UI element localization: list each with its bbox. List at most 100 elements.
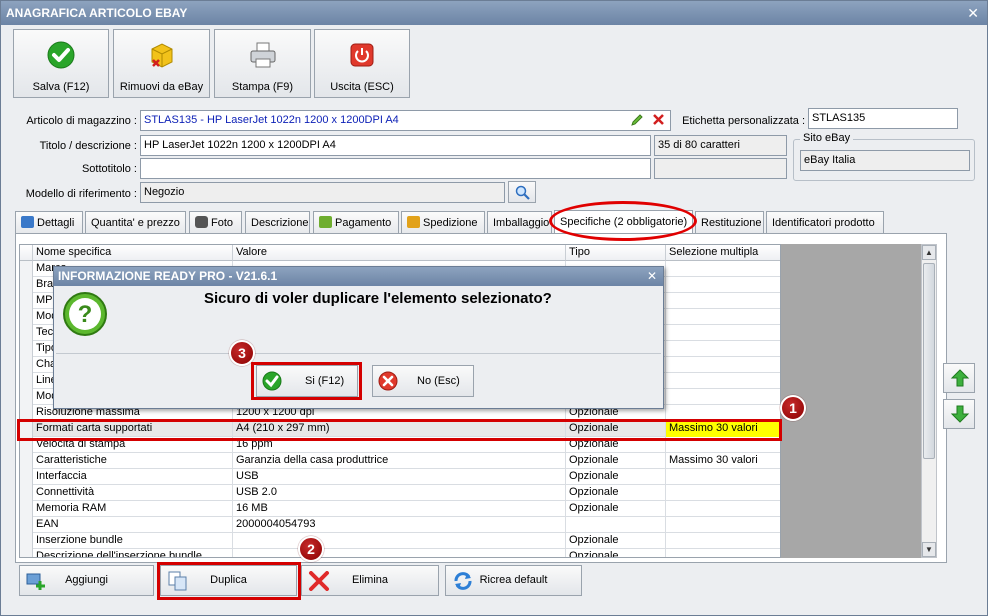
table-cell[interactable]: Inserzione bundle xyxy=(33,533,233,549)
scroll-down-icon[interactable]: ▼ xyxy=(922,542,936,557)
clear-x-icon[interactable] xyxy=(652,113,665,126)
row-indicator[interactable] xyxy=(20,549,33,557)
modello-search-button[interactable] xyxy=(508,181,536,203)
row-indicator[interactable] xyxy=(20,293,33,309)
table-cell[interactable]: Connettività xyxy=(33,485,233,501)
table-cell[interactable] xyxy=(666,501,780,517)
scroll-up-icon[interactable]: ▲ xyxy=(922,245,936,260)
grid-header-valore[interactable]: Valore xyxy=(233,245,566,261)
row-indicator[interactable] xyxy=(20,469,33,485)
row-indicator[interactable] xyxy=(20,517,33,533)
table-row[interactable]: Memoria RAM 16 MB Opzionale xyxy=(20,501,780,517)
row-indicator[interactable] xyxy=(20,373,33,389)
tab-restituzione[interactable]: Restituzione xyxy=(695,211,764,234)
row-indicator[interactable] xyxy=(20,453,33,469)
grid-vertical-scrollbar[interactable]: ▲ ▼ xyxy=(921,244,937,558)
print-button-label: Stampa (F9) xyxy=(231,81,294,93)
row-indicator[interactable] xyxy=(20,325,33,341)
table-row[interactable]: Interfaccia USB Opzionale xyxy=(20,469,780,485)
table-cell[interactable]: Massimo 30 valori xyxy=(666,453,780,469)
grid-header-tipo[interactable]: Tipo xyxy=(566,245,666,261)
table-cell[interactable]: Opzionale xyxy=(566,501,666,517)
tab-spedizione[interactable]: Spedizione xyxy=(401,211,485,234)
table-row[interactable]: Connettività USB 2.0 Opzionale xyxy=(20,485,780,501)
print-button[interactable]: Stampa (F9) xyxy=(214,29,311,98)
table-cell[interactable]: Opzionale xyxy=(566,549,666,557)
table-cell[interactable] xyxy=(666,485,780,501)
table-cell[interactable]: USB xyxy=(233,469,566,485)
remove-from-ebay-button[interactable]: Rimuovi da eBay xyxy=(113,29,210,98)
sottotitolo-label: Sottotitolo : xyxy=(81,163,137,175)
tab-pagamento[interactable]: Pagamento xyxy=(313,211,399,234)
table-cell[interactable] xyxy=(233,533,566,549)
tab-identificatori[interactable]: Identificatori prodotto xyxy=(766,211,884,234)
row-indicator[interactable] xyxy=(20,277,33,293)
save-button[interactable]: Salva (F12) xyxy=(13,29,109,98)
table-cell[interactable]: Caratteristiche xyxy=(33,453,233,469)
modello-input[interactable]: Negozio xyxy=(140,182,505,203)
move-up-button[interactable] xyxy=(943,363,975,393)
table-cell[interactable]: EAN xyxy=(33,517,233,533)
table-cell[interactable]: Opzionale xyxy=(566,533,666,549)
table-cell[interactable]: 16 MB xyxy=(233,501,566,517)
table-cell[interactable]: Opzionale xyxy=(566,453,666,469)
table-cell[interactable]: Garanzia della casa produttrice xyxy=(233,453,566,469)
row-indicator[interactable] xyxy=(20,357,33,373)
table-cell[interactable] xyxy=(666,293,780,309)
table-cell[interactable] xyxy=(666,261,780,277)
tab-quantita-prezzo[interactable]: Quantita' e prezzo xyxy=(85,211,186,234)
move-down-button[interactable] xyxy=(943,399,975,429)
row-indicator[interactable] xyxy=(20,389,33,405)
table-cell[interactable] xyxy=(666,309,780,325)
table-cell[interactable] xyxy=(666,341,780,357)
table-cell[interactable]: Opzionale xyxy=(566,485,666,501)
row-indicator[interactable] xyxy=(20,501,33,517)
table-cell[interactable] xyxy=(233,549,566,557)
table-row[interactable]: Inserzione bundle Opzionale xyxy=(20,533,780,549)
row-indicator[interactable] xyxy=(20,309,33,325)
tab-imballaggio[interactable]: Imballaggio xyxy=(487,211,552,234)
grid-header-nome[interactable]: Nome specifica xyxy=(33,245,233,261)
table-cell[interactable] xyxy=(666,469,780,485)
exit-button[interactable]: Uscita (ESC) xyxy=(314,29,410,98)
edit-pencil-icon[interactable] xyxy=(630,113,644,127)
delete-button[interactable]: Elimina xyxy=(301,565,439,596)
table-cell[interactable]: Descrizione dell'inserzione bundle xyxy=(33,549,233,557)
scroll-thumb[interactable] xyxy=(923,263,935,459)
row-indicator[interactable] xyxy=(20,261,33,277)
table-cell[interactable] xyxy=(666,373,780,389)
tab-descrizione[interactable]: Descrizione xyxy=(245,211,310,234)
recreate-default-button[interactable]: Ricrea default xyxy=(445,565,582,596)
question-icon: ? xyxy=(63,292,107,336)
tab-dettagli[interactable]: Dettagli xyxy=(15,211,83,234)
dialog-close-icon[interactable]: ✕ xyxy=(647,267,657,286)
table-row[interactable]: Caratteristiche Garanzia della casa produ… xyxy=(20,453,780,469)
table-cell[interactable] xyxy=(666,357,780,373)
table-cell[interactable]: Interfaccia xyxy=(33,469,233,485)
tab-foto[interactable]: Foto xyxy=(189,211,242,234)
table-cell[interactable]: USB 2.0 xyxy=(233,485,566,501)
table-cell[interactable] xyxy=(666,517,780,533)
etichetta-input[interactable]: STLAS135 xyxy=(808,108,958,129)
row-indicator[interactable] xyxy=(20,485,33,501)
table-cell[interactable] xyxy=(566,517,666,533)
table-cell[interactable]: Memoria RAM xyxy=(33,501,233,517)
row-indicator[interactable] xyxy=(20,341,33,357)
table-cell[interactable] xyxy=(666,389,780,405)
sottotitolo-input[interactable] xyxy=(140,158,651,179)
table-row[interactable]: EAN 2000004054793 xyxy=(20,517,780,533)
articolo-input[interactable]: STLAS135 - HP LaserJet 1022n 1200 x 1200… xyxy=(140,110,671,131)
table-cell[interactable] xyxy=(666,325,780,341)
titolo-input[interactable]: HP LaserJet 1022n 1200 x 1200DPI A4 xyxy=(140,135,651,156)
dialog-no-button[interactable]: No (Esc) xyxy=(372,365,474,397)
table-cell[interactable] xyxy=(666,533,780,549)
table-cell[interactable]: Opzionale xyxy=(566,469,666,485)
table-row[interactable]: Descrizione dell'inserzione bundle Opzion… xyxy=(20,549,780,557)
grid-header-selezione[interactable]: Selezione multipla xyxy=(666,245,780,261)
table-cell[interactable]: 2000004054793 xyxy=(233,517,566,533)
table-cell[interactable] xyxy=(666,549,780,557)
table-cell[interactable] xyxy=(666,277,780,293)
window-close-icon[interactable]: ✕ xyxy=(967,1,979,25)
row-indicator[interactable] xyxy=(20,533,33,549)
add-button[interactable]: Aggiungi xyxy=(19,565,154,596)
